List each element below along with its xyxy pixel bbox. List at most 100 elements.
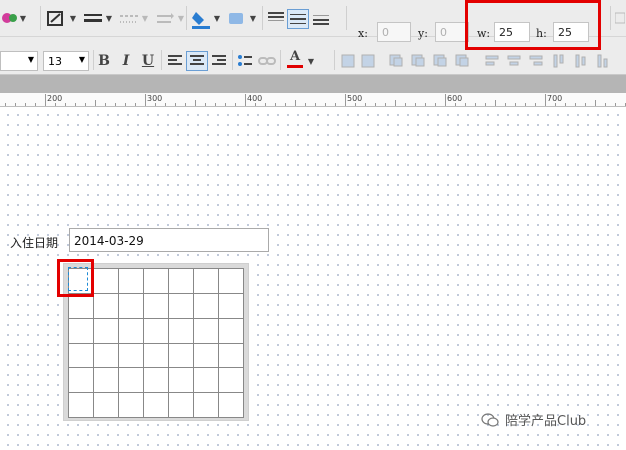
calendar-cell[interactable] <box>169 269 194 294</box>
calendar-cell[interactable] <box>194 269 219 294</box>
calendar-cell[interactable] <box>119 318 144 344</box>
ruler-tick <box>575 103 576 106</box>
ruler-tick <box>425 103 426 106</box>
font-family-select[interactable]: ▼ <box>0 51 38 71</box>
y-label: y: <box>418 27 428 40</box>
underline-button[interactable]: U <box>140 52 156 70</box>
calendar-cell[interactable] <box>144 318 169 344</box>
chevron-down-icon[interactable]: ▼ <box>18 10 28 26</box>
chevron-down-icon[interactable]: ▼ <box>248 10 258 26</box>
italic-button[interactable]: I <box>118 52 134 70</box>
bold-button[interactable]: B <box>96 52 112 70</box>
ruler-tick <box>585 103 586 106</box>
calendar-cell[interactable] <box>144 343 169 369</box>
separator <box>280 50 281 70</box>
calendar-cell[interactable] <box>119 393 144 418</box>
calendar-cell[interactable] <box>219 368 244 394</box>
calendar-cell[interactable] <box>69 368 94 394</box>
watermark: 陪学产品Club <box>481 410 586 429</box>
calendar-cell[interactable] <box>94 393 119 418</box>
calendar-cell[interactable] <box>219 393 244 418</box>
calendar-cell[interactable] <box>219 293 244 319</box>
line-weight-icon[interactable] <box>82 10 104 28</box>
align-left-icon[interactable] <box>166 52 184 70</box>
calendar-cell[interactable] <box>194 293 219 319</box>
align-right-icon[interactable] <box>210 52 228 70</box>
x-label: x: <box>358 27 368 40</box>
font-size-select[interactable]: 13 ▼ <box>43 51 89 71</box>
ruler-tick <box>235 103 236 106</box>
more-icon <box>614 10 626 26</box>
bullet-list-icon[interactable] <box>236 52 254 70</box>
color-palette-icon[interactable] <box>0 10 20 26</box>
calendar-cell[interactable] <box>119 343 144 369</box>
chevron-down-icon[interactable]: ▼ <box>104 10 114 26</box>
calendar-cell[interactable] <box>94 269 119 294</box>
calendar-cell[interactable] <box>69 318 94 344</box>
ruler-tick <box>555 103 556 106</box>
calendar-cell[interactable] <box>219 269 244 294</box>
ruler-tick <box>495 100 496 106</box>
align-bottom-icon[interactable] <box>311 10 331 26</box>
ruler-tick <box>395 100 396 106</box>
calendar-cell[interactable] <box>194 343 219 369</box>
chevron-down-icon[interactable]: ▼ <box>68 10 78 26</box>
calendar-cell[interactable] <box>94 368 119 394</box>
calendar-cell[interactable] <box>119 269 144 294</box>
ruler-tick <box>605 103 606 106</box>
ruler-label: 400 <box>247 94 263 103</box>
calendar-cell[interactable] <box>169 293 194 319</box>
calendar-cell[interactable] <box>69 293 94 319</box>
calendar-cell[interactable] <box>194 318 219 344</box>
x-field[interactable]: 0 <box>377 22 411 42</box>
check-in-date-input[interactable]: 2014-03-29 <box>69 228 269 252</box>
calendar-cell[interactable] <box>144 393 169 418</box>
calendar-cell[interactable] <box>194 368 219 394</box>
calendar-cell[interactable] <box>69 393 94 418</box>
calendar-cell[interactable] <box>169 343 194 369</box>
align-center-icon[interactable] <box>186 51 208 71</box>
chevron-down-icon[interactable]: ▼ <box>212 10 222 26</box>
ruler-tick <box>165 103 166 106</box>
separator <box>186 6 187 30</box>
calendar-cell[interactable] <box>144 368 169 394</box>
align-middle-icon[interactable] <box>287 9 309 29</box>
calendar-cell[interactable] <box>169 368 194 394</box>
calendar-cell[interactable] <box>144 293 169 319</box>
calendar-cell[interactable] <box>219 318 244 344</box>
fill-color-icon[interactable] <box>190 8 212 30</box>
calendar-cell[interactable] <box>144 269 169 294</box>
calendar-cell[interactable] <box>194 393 219 418</box>
calendar-cell[interactable] <box>94 318 119 344</box>
chevron-down-icon[interactable]: ▼ <box>306 54 316 68</box>
y-field[interactable]: 0 <box>435 22 469 42</box>
ruler-tick <box>335 103 336 106</box>
ruler-tick <box>405 103 406 106</box>
toolbar: ▼ ▼ ▼ ▼ ▼ ▼ ▼ x: 0 y: 0 w: 25 h: 25 ▼ 13… <box>0 0 626 75</box>
font-color-button[interactable]: A <box>286 48 304 70</box>
calendar-cell[interactable] <box>169 393 194 418</box>
calendar-cell[interactable] <box>94 293 119 319</box>
selected-cell-highlight <box>57 259 94 297</box>
calendar-cell[interactable] <box>94 343 119 369</box>
shadow-icon[interactable] <box>226 10 248 28</box>
ruler-tick <box>445 94 446 106</box>
align-top-icon[interactable] <box>266 10 286 26</box>
ruler-tick <box>535 103 536 106</box>
ruler-tick <box>315 103 316 106</box>
calendar-cell[interactable] <box>69 343 94 369</box>
ruler-tick <box>255 103 256 106</box>
chevron-down-icon: ▼ <box>27 55 34 64</box>
separator <box>232 50 233 70</box>
ruler-tick <box>345 94 346 106</box>
size-fields-highlight <box>465 0 601 50</box>
border-style-icon[interactable] <box>46 10 66 28</box>
calendar-cell[interactable] <box>119 368 144 394</box>
calendar-grid <box>68 268 244 418</box>
calendar-cell[interactable] <box>219 343 244 369</box>
calendar-cell[interactable] <box>119 293 144 319</box>
calendar-cell[interactable] <box>169 318 194 344</box>
ruler-tick <box>565 103 566 106</box>
ruler-tick <box>205 103 206 106</box>
ruler-tick <box>275 103 276 106</box>
